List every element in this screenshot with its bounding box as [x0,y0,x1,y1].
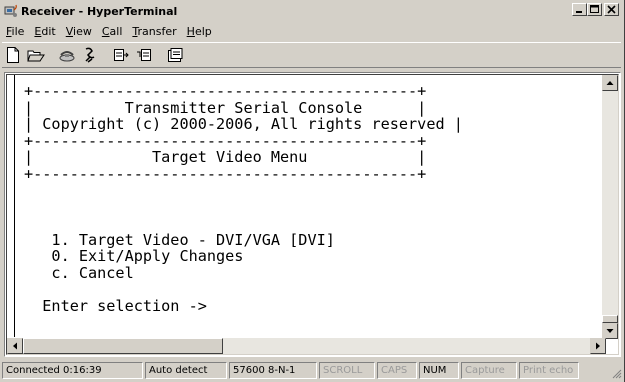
menu-bar: File Edit View Call Transfer Help [2,22,218,40]
terminal-line: +---------------------------------------… [24,131,427,150]
menu-item-transfer[interactable]: Transfer [128,25,182,38]
properties-button[interactable] [164,45,186,65]
terminal-line: | Copyright (c) 2000-2006, All rights re… [24,115,463,133]
arrow-left-icon [13,342,17,350]
receive-button[interactable] [133,45,155,65]
arrow-up-icon [606,81,614,85]
status-port-settings: 57600 8-N-1 [229,362,317,379]
menu-item-view[interactable]: View [62,25,98,38]
terminal-line: +---------------------------------------… [24,164,427,183]
menu-item-label: dit [41,24,56,38]
disconnect-button[interactable] [79,45,101,65]
arrow-down-icon [606,329,614,333]
send-icon [114,49,129,61]
terminal-line: 1. Target Video - DVI/VGA [DVI] [24,230,335,249]
open-icon [27,50,45,61]
new-connection-button[interactable] [2,45,24,65]
scroll-up-button[interactable] [602,75,618,91]
terminal-area: +---------------------------------------… [6,74,619,355]
arrow-right-icon [596,342,600,350]
minimize-icon [576,11,582,13]
status-capture: Capture [461,362,517,379]
open-button[interactable] [25,45,47,65]
new-icon [7,47,19,63]
scroll-right-button[interactable] [590,338,606,354]
menu-item-label: ile [11,24,25,38]
menu-item-help[interactable]: Help [183,25,218,38]
menu-item-call[interactable]: Call [98,25,129,38]
terminal-frame: +---------------------------------------… [4,72,621,357]
menu-item-label: iew [73,24,92,38]
receive-icon [137,49,151,61]
close-icon [607,5,616,14]
properties-icon [168,47,183,62]
menu-item-label: ransfer [137,24,177,38]
terminal-line: | Target Video Menu | [24,148,427,166]
window-title: Receiver - HyperTerminal [21,4,178,18]
menu-accelerator: C [101,24,110,38]
menu-item-edit[interactable]: Edit [30,25,61,38]
terminal-output: +---------------------------------------… [24,83,463,314]
toolbar [2,42,621,68]
close-button[interactable] [604,3,619,16]
status-bar: Connected 0:16:39 Auto detect 57600 8-N-… [2,362,623,380]
menu-item-label: elp [194,24,212,38]
minimize-button[interactable] [572,3,587,16]
menu-accelerator: V [65,24,74,38]
status-connected-time: Connected 0:16:39 [2,362,143,379]
terminal-screen[interactable]: +---------------------------------------… [14,75,600,337]
status-scroll-lock: SCROLL [319,362,375,379]
menu-item-label: all [109,24,123,38]
terminal-line: c. Cancel [24,263,134,282]
terminal-line: Enter selection -> [24,296,207,315]
title-bar[interactable]: Receiver - HyperTerminal [2,2,621,20]
send-button[interactable] [110,45,132,65]
resize-grip-icon[interactable] [610,367,622,379]
window-controls [572,3,619,16]
call-button[interactable] [56,45,78,65]
terminal-line: | Transmitter Serial Console | [24,98,427,117]
connect-icon [59,51,75,62]
maximize-button[interactable] [587,3,602,16]
hyperterminal-window: Receiver - HyperTerminal File Edit View Cal… [0,0,625,382]
scroll-down-button[interactable] [602,323,618,339]
scroll-left-button[interactable] [7,338,23,354]
status-terminal-detect: Auto detect [145,362,227,379]
terminal-line: +---------------------------------------… [24,82,427,100]
status-num-lock: NUM [419,362,459,379]
hyperterminal-app-icon [4,4,18,18]
status-print-echo: Print echo [519,362,579,379]
maximize-icon [590,5,599,13]
vertical-scrollbar[interactable] [602,75,618,339]
terminal-line: 0. Exit/Apply Changes [24,247,244,265]
horizontal-scrollbar[interactable] [7,338,606,354]
disconnect-icon [85,47,95,63]
horizontal-scroll-thumb[interactable] [23,338,223,354]
status-caps-lock: CAPS [377,362,417,379]
vertical-scroll-thumb[interactable] [602,315,618,323]
menu-item-file[interactable]: File [2,25,30,38]
menu-accelerator: H [186,24,195,38]
